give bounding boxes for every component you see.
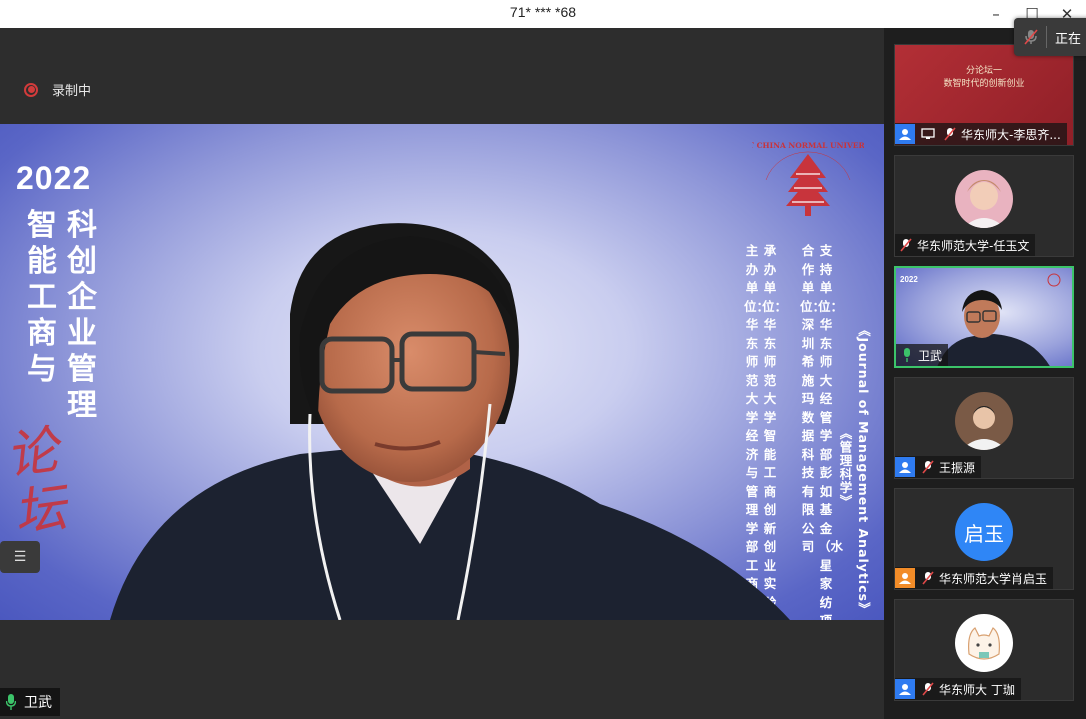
participant-tile[interactable]: 华东师范大学-任玉文 <box>894 155 1074 257</box>
participant-nameplate: 卫武 <box>896 344 949 366</box>
slide-line-1: 分论坛一 <box>965 66 1002 76</box>
participant-gallery: 分论坛一 数智时代的创新创业 华东师大-李思齐... 华东师范大学-任玉文 20… <box>884 28 1086 719</box>
speaker-video-feed <box>110 223 790 620</box>
avatar-initials: 启玉 <box>955 503 1013 561</box>
participant-name: 王振源 <box>939 460 976 475</box>
participant-nameplate: 华东师大-李思齐... <box>895 123 1067 145</box>
recording-label: 录制中 <box>52 84 92 99</box>
participant-nameplate: 华东师大 丁珈 <box>895 678 1021 700</box>
mic-muted-icon <box>920 459 936 475</box>
main-speaker-nameplate: 卫武 <box>0 688 60 716</box>
screen-share-icon <box>920 126 936 142</box>
participant-tile[interactable]: 华东师大 丁珈 <box>894 599 1074 701</box>
main-speaker-name: 卫武 <box>24 695 52 711</box>
mic-muted-icon <box>898 237 914 253</box>
main-stage: 录制中 2022 智能工商与 科创企业管理 论坛 EAST CHINA NORM… <box>0 28 884 719</box>
mic-muted-icon <box>942 126 958 142</box>
slide-line-2: 数智时代的创新创业 <box>943 79 1025 89</box>
mic-muted-icon <box>920 570 936 586</box>
participant-name: 华东师范大学-任玉文 <box>917 238 1030 253</box>
divider <box>1046 26 1047 48</box>
participant-name: 华东师范大学肖启玉 <box>939 571 1048 586</box>
meeting-app: 71* *** *68 – ☐ ✕ 正在 录制中 2022 智能工商与 科创企业… <box>0 0 1086 719</box>
participant-nameplate: 华东师范大学-任玉文 <box>895 234 1036 256</box>
main-video[interactable]: 2022 智能工商与 科创企业管理 论坛 EAST CHINA NORMAL U… <box>0 124 884 620</box>
participant-nameplate: 王振源 <box>895 456 982 478</box>
record-icon <box>24 82 38 97</box>
minimize-button[interactable]: – <box>981 0 1011 28</box>
recording-indicator[interactable]: 录制中 <box>24 80 91 99</box>
user-icon <box>895 679 915 699</box>
window-title: 71* *** *68 <box>509 4 577 20</box>
participant-tile[interactable]: 启玉 华东师范大学肖启玉 <box>894 488 1074 590</box>
user-icon <box>895 457 915 477</box>
avatar <box>955 392 1013 450</box>
participant-name: 卫武 <box>918 348 943 363</box>
title-bar: 71* *** *68 – ☐ ✕ <box>0 0 1086 28</box>
mic-active-icon <box>899 347 915 363</box>
avatar <box>955 614 1013 672</box>
participant-tile-active[interactable]: 2022 卫武 <box>894 266 1074 368</box>
speaking-status-popup[interactable]: 正在 <box>1014 18 1086 56</box>
mic-muted-icon <box>1024 29 1038 45</box>
participant-name: 华东师大 丁珈 <box>939 682 1015 697</box>
user-icon <box>895 568 915 588</box>
speaking-label: 正在 <box>1055 31 1082 47</box>
svg-text:2022: 2022 <box>900 275 918 284</box>
mic-active-icon <box>6 694 16 710</box>
menu-button[interactable]: ☰ <box>0 541 40 573</box>
user-icon <box>895 124 915 144</box>
participant-tile[interactable]: 分论坛一 数智时代的创新创业 华东师大-李思齐... <box>894 44 1074 146</box>
participant-tile[interactable]: 王振源 <box>894 377 1074 479</box>
avatar <box>955 170 1013 228</box>
participant-nameplate: 华东师范大学肖启玉 <box>895 567 1054 589</box>
mic-muted-icon <box>920 681 936 697</box>
participant-name: 华东师大-李思齐... <box>961 127 1061 142</box>
